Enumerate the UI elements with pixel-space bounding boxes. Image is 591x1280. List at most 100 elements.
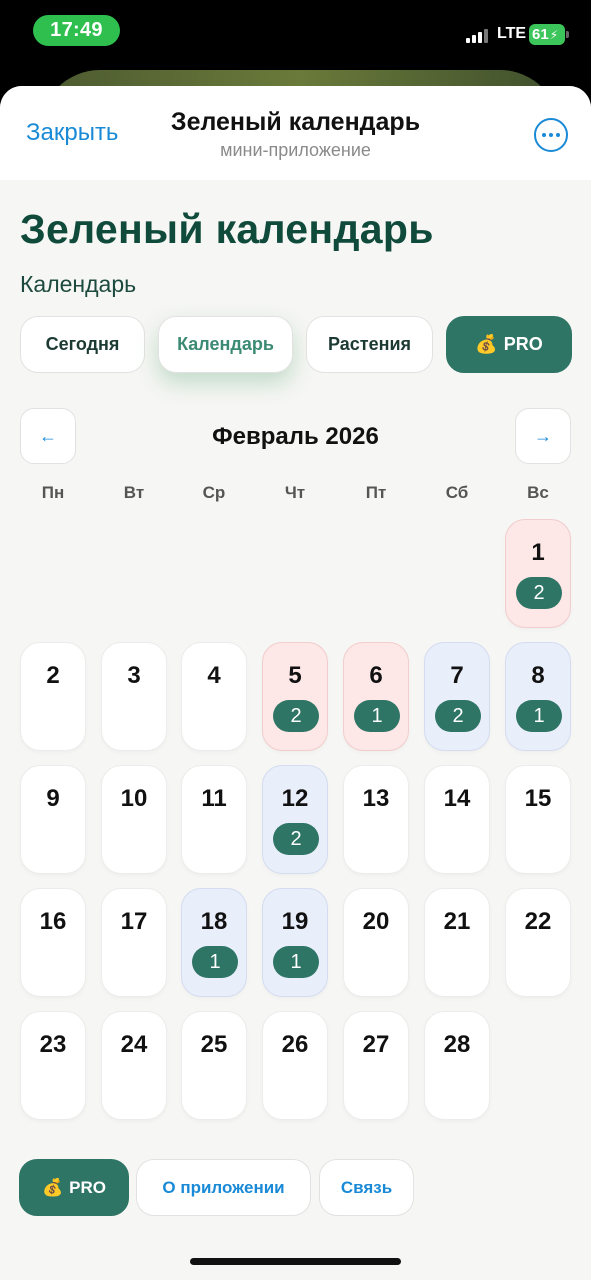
- day-cell[interactable]: 26: [262, 1011, 328, 1120]
- day-number: 21: [443, 908, 471, 935]
- day-number: 4: [207, 662, 221, 689]
- next-month-button[interactable]: →: [515, 408, 571, 464]
- task-count-badge: 1: [354, 700, 400, 732]
- tab-label: Календарь: [177, 334, 274, 354]
- section-title: Календарь: [20, 271, 137, 297]
- day-number: 16: [39, 908, 67, 935]
- day-number: 24: [120, 1031, 148, 1058]
- day-cell[interactable]: 23: [20, 1011, 86, 1120]
- sheet-header: Закрыть Зеленый календарь мини-приложени…: [0, 86, 591, 180]
- day-cell[interactable]: 24: [101, 1011, 167, 1120]
- day-cell[interactable]: 4: [181, 642, 247, 751]
- weekday-label: Ср: [202, 483, 226, 502]
- ellipsis-icon[interactable]: [534, 118, 568, 152]
- day-cell[interactable]: 61: [343, 642, 409, 751]
- weekday-label: Пт: [365, 483, 387, 502]
- day-number: 23: [39, 1031, 67, 1058]
- home-indicator[interactable]: [190, 1258, 401, 1265]
- day-number: 12: [281, 785, 309, 812]
- contact-button[interactable]: Связь: [319, 1159, 414, 1216]
- day-cell[interactable]: 22: [505, 888, 571, 997]
- tab-today[interactable]: Сегодня: [20, 316, 145, 373]
- day-cell[interactable]: 2: [20, 642, 86, 751]
- day-number: 13: [362, 785, 390, 812]
- task-count-badge: 1: [192, 946, 238, 978]
- day-cell[interactable]: 11: [181, 765, 247, 874]
- weekday-label: Сб: [445, 483, 469, 502]
- tab-label: PRO: [503, 334, 543, 354]
- day-cell[interactable]: 25: [181, 1011, 247, 1120]
- day-number: 28: [443, 1031, 471, 1058]
- battery-cap: [566, 31, 569, 38]
- battery-level: 61: [532, 26, 549, 43]
- about-label: О приложении: [162, 1177, 285, 1197]
- day-cell[interactable]: 81: [505, 642, 571, 751]
- tab-pro[interactable]: 💰 PRO: [446, 316, 572, 373]
- day-number: 17: [120, 908, 148, 935]
- network-type: LTE: [497, 25, 527, 42]
- battery-icon: 61 ⚡: [529, 24, 565, 45]
- header-subtitle: мини-приложение: [220, 140, 371, 160]
- page-title: Зеленый календарь: [20, 206, 434, 252]
- day-cell[interactable]: 52: [262, 642, 328, 751]
- day-cell[interactable]: 9: [20, 765, 86, 874]
- day-number: 9: [46, 785, 60, 812]
- task-count-badge: 2: [273, 823, 319, 855]
- contact-label: Связь: [340, 1177, 393, 1197]
- day-number: 7: [450, 662, 464, 689]
- task-count-badge: 2: [273, 700, 319, 732]
- day-cell[interactable]: 15: [505, 765, 571, 874]
- day-cell[interactable]: 3: [101, 642, 167, 751]
- day-cell[interactable]: 21: [424, 888, 490, 997]
- day-number: 20: [362, 908, 390, 935]
- status-bar: 17:49 LTE 61 ⚡: [0, 0, 591, 70]
- weekday-label: Чт: [284, 483, 306, 502]
- task-count-badge: 2: [435, 700, 481, 732]
- weekday-label: Вт: [123, 483, 145, 502]
- day-cell[interactable]: 17: [101, 888, 167, 997]
- day-cell[interactable]: 14: [424, 765, 490, 874]
- day-number: 26: [281, 1031, 309, 1058]
- day-cell[interactable]: 12 2: [262, 765, 328, 874]
- task-count-badge: 1: [516, 700, 562, 732]
- footer-pro-button[interactable]: 💰 PRO: [19, 1159, 129, 1216]
- day-number: 18: [200, 908, 228, 935]
- month-label: Февраль 2026: [212, 423, 379, 450]
- tab-label: Растения: [327, 334, 412, 354]
- money-bag-icon: 💰: [41, 1177, 64, 1197]
- day-number: 2: [46, 662, 60, 689]
- day-number: 3: [127, 662, 141, 689]
- day-cell[interactable]: 16: [20, 888, 86, 997]
- tab-label: Сегодня: [45, 334, 120, 354]
- day-number: 25: [200, 1031, 228, 1058]
- weekday-label: Вс: [527, 483, 549, 502]
- day-number: 14: [443, 785, 471, 812]
- day-number: 15: [524, 785, 552, 812]
- day-number: 5: [288, 662, 302, 689]
- day-cell[interactable]: 19 1: [262, 888, 328, 997]
- signal-icon: [466, 27, 490, 43]
- day-cell[interactable]: 72: [424, 642, 490, 751]
- status-time: 17:49: [33, 15, 120, 46]
- day-cell[interactable]: 20: [343, 888, 409, 997]
- day-number: 27: [362, 1031, 390, 1058]
- mini-app-sheet: Закрыть Зеленый календарь мини-приложени…: [0, 86, 591, 1280]
- tab-calendar[interactable]: Календарь: [158, 316, 293, 373]
- header-title: Зеленый календарь: [170, 108, 421, 136]
- day-number: 19: [281, 908, 309, 935]
- footer-pro-label: PRO: [69, 1177, 106, 1197]
- day-cell[interactable]: 18 1: [181, 888, 247, 997]
- day-cell[interactable]: 27: [343, 1011, 409, 1120]
- tab-plants[interactable]: Растения: [306, 316, 433, 373]
- money-bag-icon: 💰: [475, 334, 498, 354]
- task-count-badge: 2: [516, 577, 562, 609]
- day-cell[interactable]: 13: [343, 765, 409, 874]
- day-cell[interactable]: 12: [505, 519, 571, 628]
- arrow-right-icon: →: [534, 425, 552, 446]
- day-number: 1: [531, 539, 545, 566]
- day-number: 11: [201, 785, 227, 812]
- day-cell[interactable]: 10: [101, 765, 167, 874]
- about-button[interactable]: О приложении: [136, 1159, 311, 1216]
- day-cell[interactable]: 28: [424, 1011, 490, 1120]
- day-number: 10: [120, 785, 148, 812]
